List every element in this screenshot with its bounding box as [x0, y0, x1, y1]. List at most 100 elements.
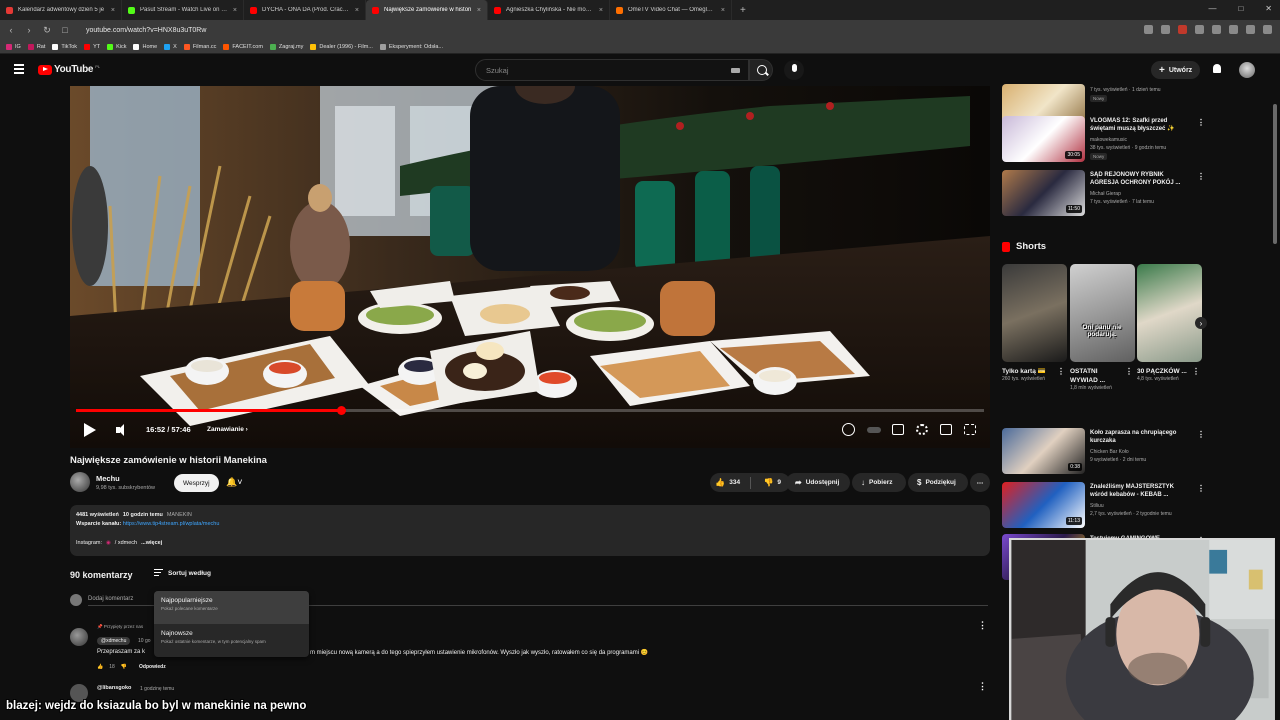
bookmark-item[interactable]: Home [133, 43, 157, 50]
recommended-video[interactable]: 0:38 Koło zaprasza na chrupiącego kurczak… [1002, 428, 1205, 474]
recommended-video[interactable]: 11:13 Znaleźliśmy MAJSTERSZTYK wśród keba… [1002, 482, 1205, 528]
description-box[interactable]: 4481 wyświetleń 10 godzin temu MANEKIN W… [70, 505, 990, 556]
tab-close-icon[interactable]: × [477, 7, 481, 14]
browser-tab[interactable]: OmeTV Video Chat — Omegle Rando × [610, 0, 732, 20]
bookmark-page-icon[interactable]: □ [60, 25, 70, 35]
seek-bar[interactable] [76, 406, 984, 415]
bookmark-item[interactable]: IG [6, 43, 21, 50]
extension-icon[interactable] [1229, 25, 1238, 34]
short-item[interactable]: 30 PĄCZKÓW ... 4,8 tys. wyświetleń ⋮ [1137, 264, 1202, 382]
download-icon[interactable] [1246, 25, 1255, 34]
new-tab-button[interactable]: + [732, 5, 754, 16]
video-thumbnail[interactable]: 0:38 [1002, 428, 1085, 474]
extension-icon[interactable] [1212, 25, 1221, 34]
video-title[interactable]: Koło zaprasza na chrupiącego kurczaka [1090, 430, 1190, 445]
short-title[interactable]: OSTATNI WYWIAD ... [1070, 367, 1125, 385]
channel-name[interactable]: makowekamusic [1090, 137, 1127, 143]
instagram-handle[interactable]: / xdmech [115, 539, 137, 548]
video-title[interactable]: Znaleźliśmy MAJSTERSZTYK wśród kebabów -… [1090, 484, 1190, 499]
short-thumbnail[interactable] [1137, 264, 1202, 362]
short-menu-icon[interactable]: ⋮ [1192, 367, 1200, 376]
play-icon[interactable] [84, 423, 96, 437]
bookmark-item[interactable]: Filman.cc [183, 43, 216, 50]
thanks-button[interactable]: $ Podziękuj [908, 473, 968, 492]
notifications-bell-icon[interactable] [1212, 64, 1222, 75]
thumbs-down-icon[interactable]: 👎 [121, 664, 127, 670]
short-item[interactable]: Oni panu nie podarują. OSTATNI WYWIAD ...… [1070, 264, 1135, 391]
short-item[interactable]: Tylko kartą 💳 260 tys. wyświetleń ⋮ [1002, 264, 1067, 382]
channel-avatar[interactable] [70, 472, 90, 492]
browser-tab[interactable]: Pasut Stream - Watch Live on Kick × [122, 0, 244, 20]
subtitles-icon[interactable] [892, 424, 904, 435]
short-title[interactable]: Tylko kartą 💳 [1002, 367, 1057, 376]
video-thumbnail[interactable]: 30:05 [1002, 116, 1085, 162]
support-button[interactable]: Wesprzyj [174, 474, 219, 492]
comment-menu-icon[interactable]: ⋮ [978, 620, 987, 631]
bookmark-item[interactable]: FACEIT.com [223, 43, 263, 50]
extension-icon[interactable] [1178, 25, 1187, 34]
reload-icon[interactable]: ↻ [42, 25, 52, 36]
video-title[interactable]: VLOGMAS 12: Szafki przed świętami muszą … [1090, 118, 1190, 133]
video-thumbnail[interactable]: 11:50 [1002, 170, 1085, 216]
url-field[interactable]: youtube.com/watch?v=HNX8u3uT0Rw [78, 27, 214, 34]
miniplayer-icon[interactable] [940, 424, 952, 435]
extension-icon[interactable] [1144, 25, 1153, 34]
extension-icon[interactable] [1195, 25, 1204, 34]
bookmark-item[interactable]: Zagraj.my [269, 43, 303, 50]
short-menu-icon[interactable]: ⋮ [1125, 367, 1133, 376]
volume-icon[interactable] [116, 424, 126, 436]
download-button[interactable]: ↓ Pobierz [852, 473, 906, 492]
thumbs-up-icon[interactable]: 👍 [97, 664, 103, 670]
shorts-next-icon[interactable]: › [1195, 317, 1207, 329]
channel-name[interactable]: Chicken Bar Koło [1090, 449, 1129, 455]
hashtag[interactable]: MANEKIN [167, 511, 192, 520]
close-window-icon[interactable]: ✕ [1265, 4, 1272, 13]
forward-icon[interactable]: › [24, 25, 34, 35]
bookmark-item[interactable]: YT [84, 43, 100, 50]
menu-icon[interactable] [14, 64, 24, 76]
browser-tab[interactable]: Największe zamówienie w histori × [366, 0, 488, 20]
maximize-icon[interactable]: □ [1238, 4, 1243, 13]
search-button[interactable] [749, 59, 773, 81]
sort-option-top[interactable]: Najpopularniejsze Pokaż polecane komenta… [154, 591, 309, 624]
chapter-button[interactable]: Zamawianie › [207, 426, 248, 433]
like-button[interactable]: 👍 334 [710, 473, 746, 492]
keyboard-icon[interactable] [731, 68, 740, 73]
recommended-video[interactable]: 30:05 VLOGMAS 12: Szafki przed świętami m… [1002, 116, 1205, 162]
tab-close-icon[interactable]: × [599, 7, 603, 14]
bookmark-item[interactable]: X [164, 43, 177, 50]
short-title[interactable]: 30 PĄCZKÓW ... [1137, 367, 1192, 376]
video-menu-icon[interactable]: ⋮ [1197, 172, 1205, 181]
more-actions-button[interactable]: ⋯ [970, 473, 990, 492]
comment-menu-icon[interactable]: ⋮ [978, 681, 987, 692]
video-menu-icon[interactable]: ⋮ [1197, 484, 1205, 493]
scrollbar-thumb[interactable] [1273, 104, 1277, 244]
channel-name[interactable]: 7 tys. wyświetleń · 1 dzień temu [1090, 87, 1161, 93]
video-thumbnail[interactable]: 11:13 [1002, 482, 1085, 528]
comment-author[interactable]: @libansgoko [97, 685, 131, 691]
youtube-logo[interactable]: YouTube PL [38, 64, 100, 75]
channel-name[interactable]: Mechu [96, 474, 120, 483]
bookmark-item[interactable]: Rat [27, 43, 45, 50]
tab-close-icon[interactable]: × [721, 7, 725, 14]
create-button[interactable]: + Utwórz [1151, 61, 1201, 79]
channel-name[interactable]: Michał Gierap [1090, 191, 1121, 197]
bookmark-item[interactable]: TikTok [52, 43, 77, 50]
short-thumbnail[interactable]: Oni panu nie podarują. [1070, 264, 1135, 362]
video-menu-icon[interactable]: ⋮ [1197, 430, 1205, 439]
short-menu-icon[interactable]: ⋮ [1057, 367, 1065, 376]
show-more-link[interactable]: ...więcej [141, 539, 162, 548]
autoplay-icon[interactable] [842, 423, 855, 436]
sort-option-newest[interactable]: Najnowsze Pokaż ostatnie komentarze, w t… [154, 624, 309, 657]
browser-tab[interactable]: Kalendarz adwentowy dzień 5 je × [0, 0, 122, 20]
menu-icon[interactable] [1263, 25, 1272, 34]
short-thumbnail[interactable] [1002, 264, 1067, 362]
avatar[interactable] [70, 628, 88, 646]
back-icon[interactable]: ‹ [6, 25, 16, 35]
support-link[interactable]: https://www.tip4stream.pl/wplata/mechu [123, 521, 220, 527]
browser-tab[interactable]: DYCHA - ONA DA (Prod. CrackHouse × [244, 0, 366, 20]
fullscreen-icon[interactable] [964, 424, 976, 435]
video-player[interactable]: 16:52 / 57:46 Zamawianie › [70, 86, 990, 448]
bookmark-item[interactable]: Kick [107, 43, 126, 50]
minimize-icon[interactable]: — [1208, 4, 1216, 13]
